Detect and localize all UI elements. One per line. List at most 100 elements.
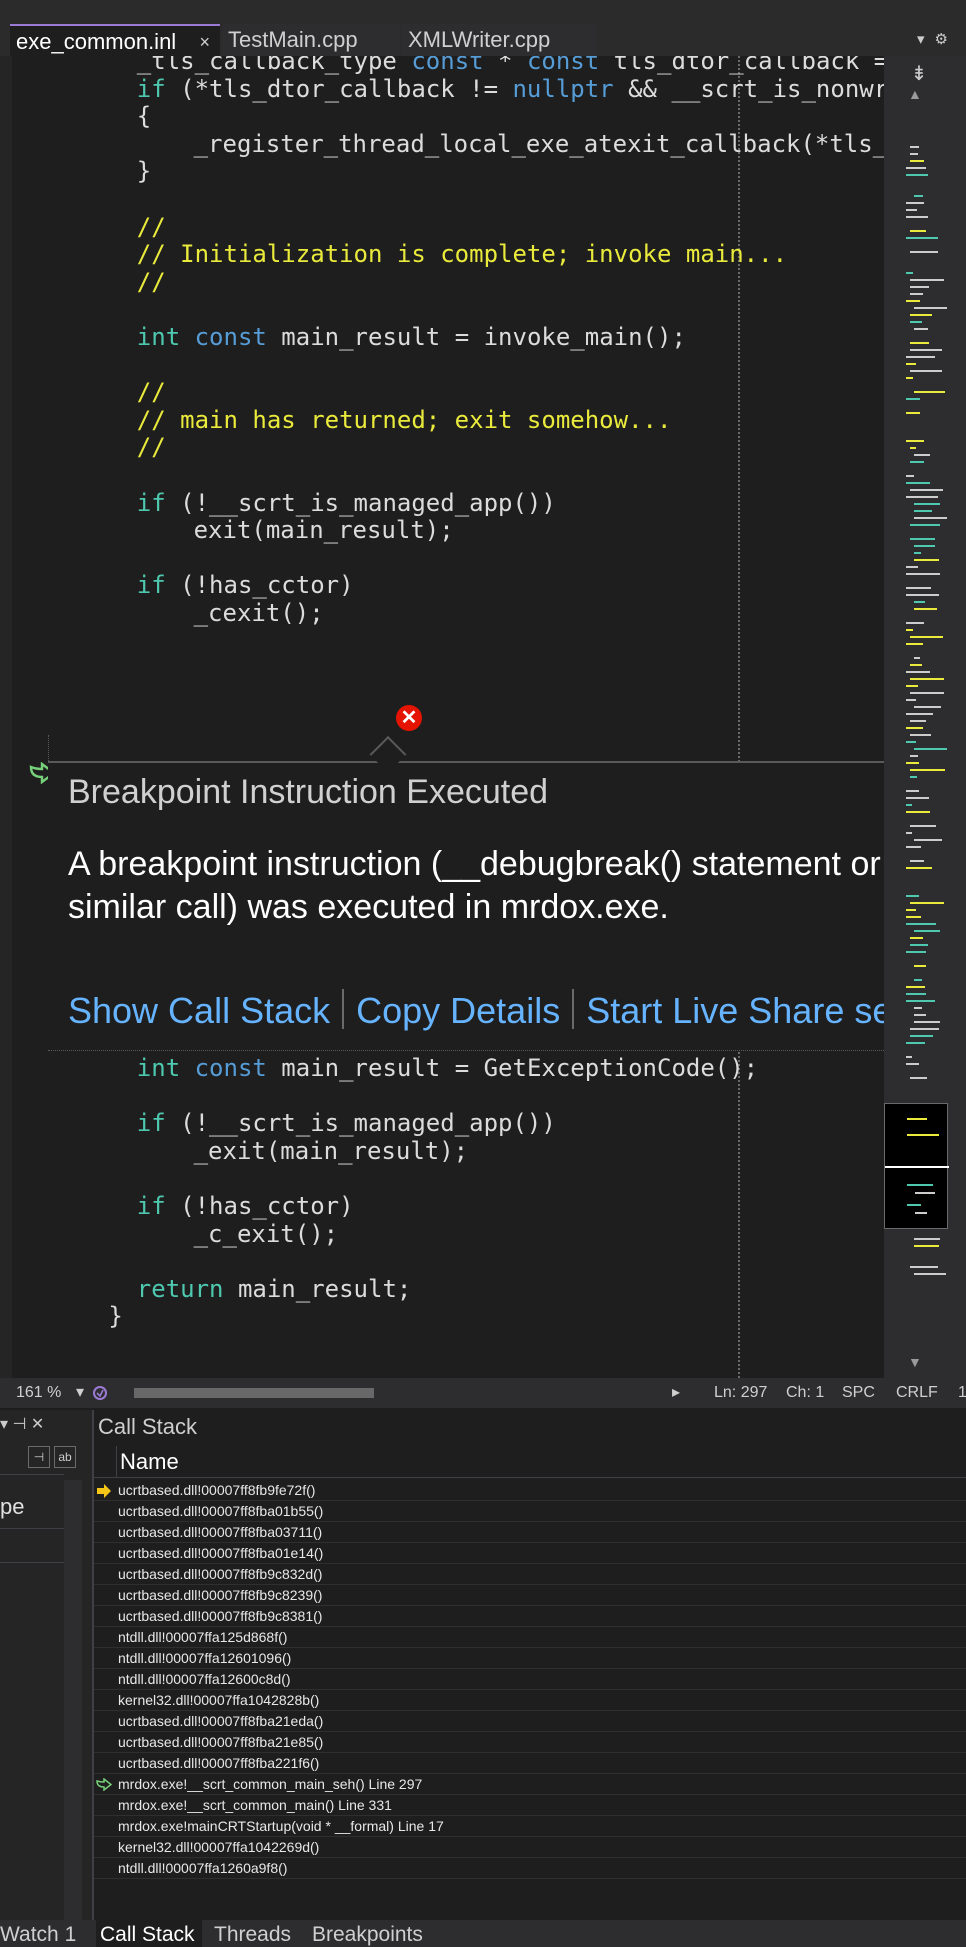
- exception-actions: Show Call Stack Copy Details Start Live Sh…: [68, 989, 966, 1032]
- code-line[interactable]: _register_thread_local_exe_atexit_callba…: [194, 127, 884, 161]
- call-stack-frame[interactable]: ntdll.dll!00007ffa12601096(): [94, 1648, 966, 1669]
- left-tool-strip: [0, 56, 12, 1378]
- tab-threads[interactable]: Threads: [214, 1920, 291, 1947]
- call-stack-frame[interactable]: kernel32.dll!00007ffa1042269d(): [94, 1837, 966, 1858]
- minimap-line: [910, 160, 924, 162]
- divider: [0, 1562, 64, 1563]
- document-tab-bar: exe_common.inl × TestMain.cpp XMLWriter.…: [0, 0, 966, 56]
- code-line[interactable]: //: [137, 265, 166, 299]
- code-line[interactable]: int const main_result = invoke_main();: [137, 320, 686, 354]
- code-line[interactable]: }: [137, 154, 151, 188]
- code-line[interactable]: {: [137, 99, 151, 133]
- line-number[interactable]: Ln: 297: [714, 1378, 767, 1408]
- call-stack-frame[interactable]: ucrtbased.dll!00007ff8fb9c832d(): [94, 1564, 966, 1585]
- close-icon[interactable]: ×: [199, 26, 210, 58]
- call-stack-frame[interactable]: ucrtbased.dll!00007ff8fb9fe72f(): [94, 1480, 966, 1501]
- zoom-dropdown-icon[interactable]: ▾: [76, 1378, 84, 1408]
- minimap-line: [910, 944, 928, 946]
- call-stack-frame[interactable]: ucrtbased.dll!00007ff8fba03711(): [94, 1522, 966, 1543]
- code-editor[interactable]: _tls_callback_type const * const tls_dto…: [48, 56, 884, 1378]
- tab-label: XMLWriter.cpp: [408, 27, 551, 52]
- minimap-line: [914, 552, 921, 554]
- minimap-viewport-lines: [885, 1118, 949, 1214]
- minimap-line: [914, 545, 935, 547]
- call-stack-frame[interactable]: ucrtbased.dll!00007ff8fba01e14(): [94, 1543, 966, 1564]
- scroll-down-arrow-icon[interactable]: ▼: [908, 1354, 922, 1370]
- scroll-right-arrow-icon[interactable]: ▸: [672, 1378, 680, 1408]
- call-stack-frame[interactable]: ucrtbased.dll!00007ff8fba21e85(): [94, 1732, 966, 1753]
- column-header-name[interactable]: Name: [120, 1446, 179, 1478]
- code-line[interactable]: exit(main_result);: [194, 513, 454, 547]
- zoom-level[interactable]: 161 %: [16, 1378, 61, 1408]
- copy-details-link[interactable]: Copy Details: [356, 990, 560, 1031]
- tab-breakpoints[interactable]: Breakpoints: [312, 1920, 423, 1947]
- call-stack-frame[interactable]: mrdox.exe!__scrt_common_main() Line 331: [94, 1795, 966, 1816]
- editor-gutter[interactable]: [12, 56, 56, 1378]
- call-stack-frame[interactable]: kernel32.dll!00007ffa1042828b(): [94, 1690, 966, 1711]
- pin-icon[interactable]: ⊣: [28, 1446, 50, 1468]
- watch-scrollbar[interactable]: [64, 1480, 82, 1920]
- tab-xmlwriter-cpp[interactable]: XMLWriter.cpp: [402, 24, 596, 56]
- split-editor-button[interactable]: ⇟: [892, 60, 946, 88]
- code-health-icon[interactable]: [92, 1385, 108, 1401]
- code-line[interactable]: if (*tls_dtor_callback != nullptr && __s…: [137, 72, 884, 106]
- tab-call-stack[interactable]: Call Stack: [96, 1920, 202, 1947]
- minimap-line: [906, 216, 928, 218]
- minimap-line: [910, 825, 936, 827]
- tab-watch-1[interactable]: Watch 1: [0, 1920, 82, 1947]
- horizontal-scrollbar[interactable]: [134, 1388, 674, 1398]
- minimap-line: [914, 979, 922, 981]
- current-frame-arrow-icon: [97, 1484, 111, 1498]
- minimap-line: [906, 993, 926, 995]
- call-stack-frame[interactable]: mrdox.exe!mainCRTStartup(void * __formal…: [94, 1816, 966, 1837]
- call-stack-frame[interactable]: ucrtbased.dll!00007ff8fb9c8239(): [94, 1585, 966, 1606]
- tab-exe-common-inl[interactable]: exe_common.inl ×: [10, 24, 220, 56]
- call-stack-frame[interactable]: mrdox.exe!__scrt_common_main_seh() Line …: [94, 1774, 966, 1795]
- call-stack-frame[interactable]: ucrtbased.dll!00007ff8fba01b55(): [94, 1501, 966, 1522]
- line-ending[interactable]: CRLF: [896, 1378, 938, 1408]
- call-stack-frame[interactable]: ucrtbased.dll!00007ff8fb9c8381(): [94, 1606, 966, 1627]
- minimap-line: [906, 482, 930, 484]
- minimap-line: [914, 1245, 939, 1247]
- minimap-line: [914, 930, 940, 932]
- call-stack-frame[interactable]: ucrtbased.dll!00007ff8fba221f6(): [94, 1753, 966, 1774]
- code-line[interactable]: _c_exit();: [194, 1217, 339, 1251]
- minimap-line: [906, 685, 918, 687]
- code-line[interactable]: //: [137, 430, 166, 464]
- code-line[interactable]: // Initialization is complete; invoke ma…: [137, 237, 787, 271]
- link-separator: [572, 989, 575, 1029]
- gear-icon[interactable]: ⚙: [935, 31, 958, 48]
- code-line[interactable]: _exit(main_result);: [194, 1134, 469, 1168]
- column-number[interactable]: Ch: 1: [786, 1378, 824, 1408]
- minimap-viewport[interactable]: [884, 1103, 949, 1229]
- tabbar-controls: ▾⚙: [917, 30, 958, 48]
- minimap-line: [914, 328, 928, 330]
- call-stack-frame[interactable]: ntdll.dll!00007ffa1260a9f8(): [94, 1858, 966, 1879]
- minimap-line: [906, 643, 923, 645]
- tab-dropdown-icon[interactable]: ▾: [917, 31, 935, 48]
- code-line[interactable]: return main_result;: [137, 1272, 412, 1306]
- call-stack-frame[interactable]: ntdll.dll!00007ffa12600c8d(): [94, 1669, 966, 1690]
- error-icon[interactable]: ✕: [396, 705, 422, 731]
- tab-label: TestMain.cpp: [228, 27, 358, 52]
- show-call-stack-link[interactable]: Show Call Stack: [68, 990, 330, 1031]
- minimap-line: [906, 398, 920, 400]
- scroll-up-arrow-icon[interactable]: ▲: [908, 86, 922, 102]
- code-line[interactable]: // main has returned; exit somehow...: [137, 403, 672, 437]
- minimap-line: [910, 734, 931, 736]
- minimap-line: [906, 846, 921, 848]
- whitespace-mode[interactable]: SPC: [842, 1378, 875, 1408]
- horizontal-scroll-thumb[interactable]: [134, 1388, 374, 1398]
- code-line[interactable]: int const main_result = GetExceptionCode…: [137, 1051, 758, 1085]
- code-line[interactable]: }: [108, 1299, 122, 1333]
- vertical-scrollbar[interactable]: ⇟ ▲ ▼: [884, 56, 966, 1378]
- tab-testmain-cpp[interactable]: TestMain.cpp: [222, 24, 400, 56]
- code-line[interactable]: _cexit();: [194, 596, 324, 630]
- watch-panel-header-buttons[interactable]: ▾ ⊣ ✕: [0, 1414, 92, 1434]
- call-stack-frame[interactable]: ntdll.dll!00007ffa125d868f(): [94, 1627, 966, 1648]
- call-stack-frame[interactable]: ucrtbased.dll!00007ff8fba21eda(): [94, 1711, 966, 1732]
- frame-label: ucrtbased.dll!00007ff8fb9fe72f(): [118, 1482, 316, 1498]
- minimap-line: [910, 321, 922, 323]
- hex-display-icon[interactable]: ab: [54, 1446, 76, 1468]
- minimap-line: [906, 1042, 925, 1044]
